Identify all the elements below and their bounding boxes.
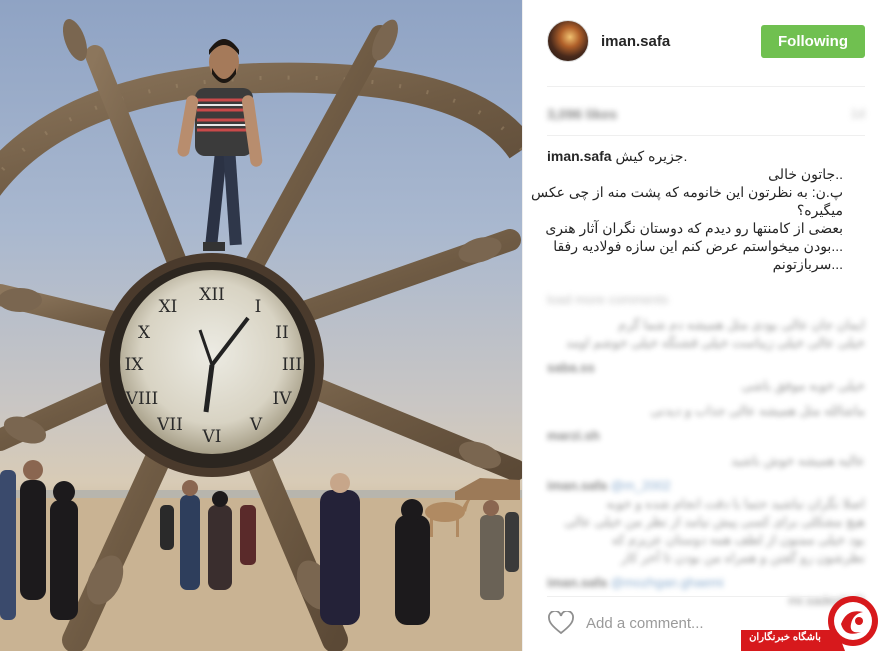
svg-text:VIII: VIII	[125, 389, 158, 409]
svg-text:VII: VII	[156, 415, 183, 435]
comment-text: ایمان جان عالی بودی مثل همیشه دم شما گرم	[618, 317, 865, 332]
svg-text:V: V	[249, 415, 263, 435]
comment-text: نظرشون رو گفتن و همراه من بودن تا آخر کا…	[621, 550, 865, 565]
caption-line: پ.ن: به نظرتون این خانومه که پشت منه از …	[531, 184, 843, 200]
comment-text: ماشالله مثل همیشه عالی جذاب و دیدنی	[650, 403, 865, 418]
comment: ماشالله مثل همیشه عالی جذاب و دیدنی	[547, 402, 865, 420]
post-header: iman.safa Following	[523, 0, 879, 84]
post-caption: iman.safa .جزیره کیش ..جاتون خالی پ.ن: ب…	[531, 147, 843, 273]
ship-wheel-clock-image: XII I II III IV V VI VII VIII IX X XI	[0, 19, 522, 651]
watermark-text: باشگاه خبرنگاران	[749, 632, 821, 643]
comment-mention-link[interactable]: @mozhgan.ghaemi	[611, 575, 724, 590]
comment-username[interactable]: iman.safa	[547, 478, 607, 493]
comment-mention-link[interactable]: @m_2002	[611, 478, 671, 493]
comment-text: خیلی عالی خیلی زیباست خیلی قشنگه خیلی خو…	[565, 335, 865, 350]
svg-text:XII: XII	[199, 285, 225, 305]
caption-line: میگیره؟	[796, 202, 843, 218]
divider	[547, 135, 865, 136]
post-photo[interactable]: XII I II III IV V VI VII VIII IX X XI	[0, 0, 522, 651]
comment-text: خیلی خوبه موفق باشی	[741, 378, 865, 393]
caption-first-line: iman.safa .جزیره کیش	[547, 147, 843, 165]
comment: saba.ss خیلی خوبه موفق باشی	[547, 359, 865, 395]
comment-text: عالیه همیشه خوش باشید	[730, 453, 865, 468]
caption-username[interactable]: iman.safa	[547, 148, 612, 164]
comment-text: بود خیلی ممنون از لطف همه دوستان عزیزم ک…	[611, 532, 865, 547]
svg-text:IV: IV	[273, 389, 293, 409]
comments-list: ایمان جان عالی بودی مثل همیشه دم شما گرم…	[547, 316, 865, 617]
caption-line: بعضی از کامنتها رو دیدم که دوستان نگران …	[545, 220, 843, 236]
divider	[547, 86, 865, 87]
heart-outline-icon[interactable]	[548, 611, 574, 635]
comment-username[interactable]: marzi.sh	[547, 428, 600, 443]
comment-username[interactable]: iman.safa	[547, 575, 607, 590]
svg-text:X: X	[138, 323, 151, 343]
comment: iman.safa @m_2002 اصلا نگران نباشید حتما…	[547, 477, 865, 567]
load-more-comments-link[interactable]: load more comments	[547, 292, 668, 307]
svg-text:III: III	[282, 355, 302, 375]
avatar[interactable]	[547, 20, 589, 62]
comment: ایمان جان عالی بودی مثل همیشه دم شما گرم…	[547, 316, 865, 352]
svg-text:IX: IX	[125, 355, 145, 375]
svg-text:II: II	[275, 323, 288, 343]
comment-text: اصلا نگران نباشید حتما با دقت انجام شده …	[606, 496, 865, 511]
post-side-panel: iman.safa Following 3,096 likes 1d iman.…	[522, 0, 879, 651]
comment: marzi.sh	[547, 427, 865, 445]
caption-line: ..جاتون خالی	[768, 166, 843, 182]
svg-text:XI: XI	[159, 297, 178, 317]
caption-line: .جزیره کیش	[615, 148, 688, 164]
comment-text: هیچ مشکلی برای کسی پیش نیامد از نظر من خ…	[564, 514, 865, 529]
comment: عالیه همیشه خوش باشید	[547, 452, 865, 470]
likes-count[interactable]: 3,096 likes	[547, 106, 617, 122]
post-time[interactable]: 1d	[851, 106, 865, 121]
instagram-post: XII I II III IV V VI VII VIII IX X XI im…	[0, 0, 879, 651]
caption-line: ...سربازتونم	[772, 256, 843, 272]
stats-row: 3,096 likes 1d	[547, 104, 865, 126]
caption-line: ...بودن میخواستم عرض کنم این سازه فولادی…	[553, 238, 843, 254]
svg-text:VI: VI	[202, 427, 222, 447]
following-button[interactable]: Following	[761, 25, 865, 58]
svg-text:I: I	[255, 297, 262, 317]
author-username[interactable]: iman.safa	[601, 33, 670, 50]
comment-username[interactable]: saba.ss	[547, 360, 595, 375]
